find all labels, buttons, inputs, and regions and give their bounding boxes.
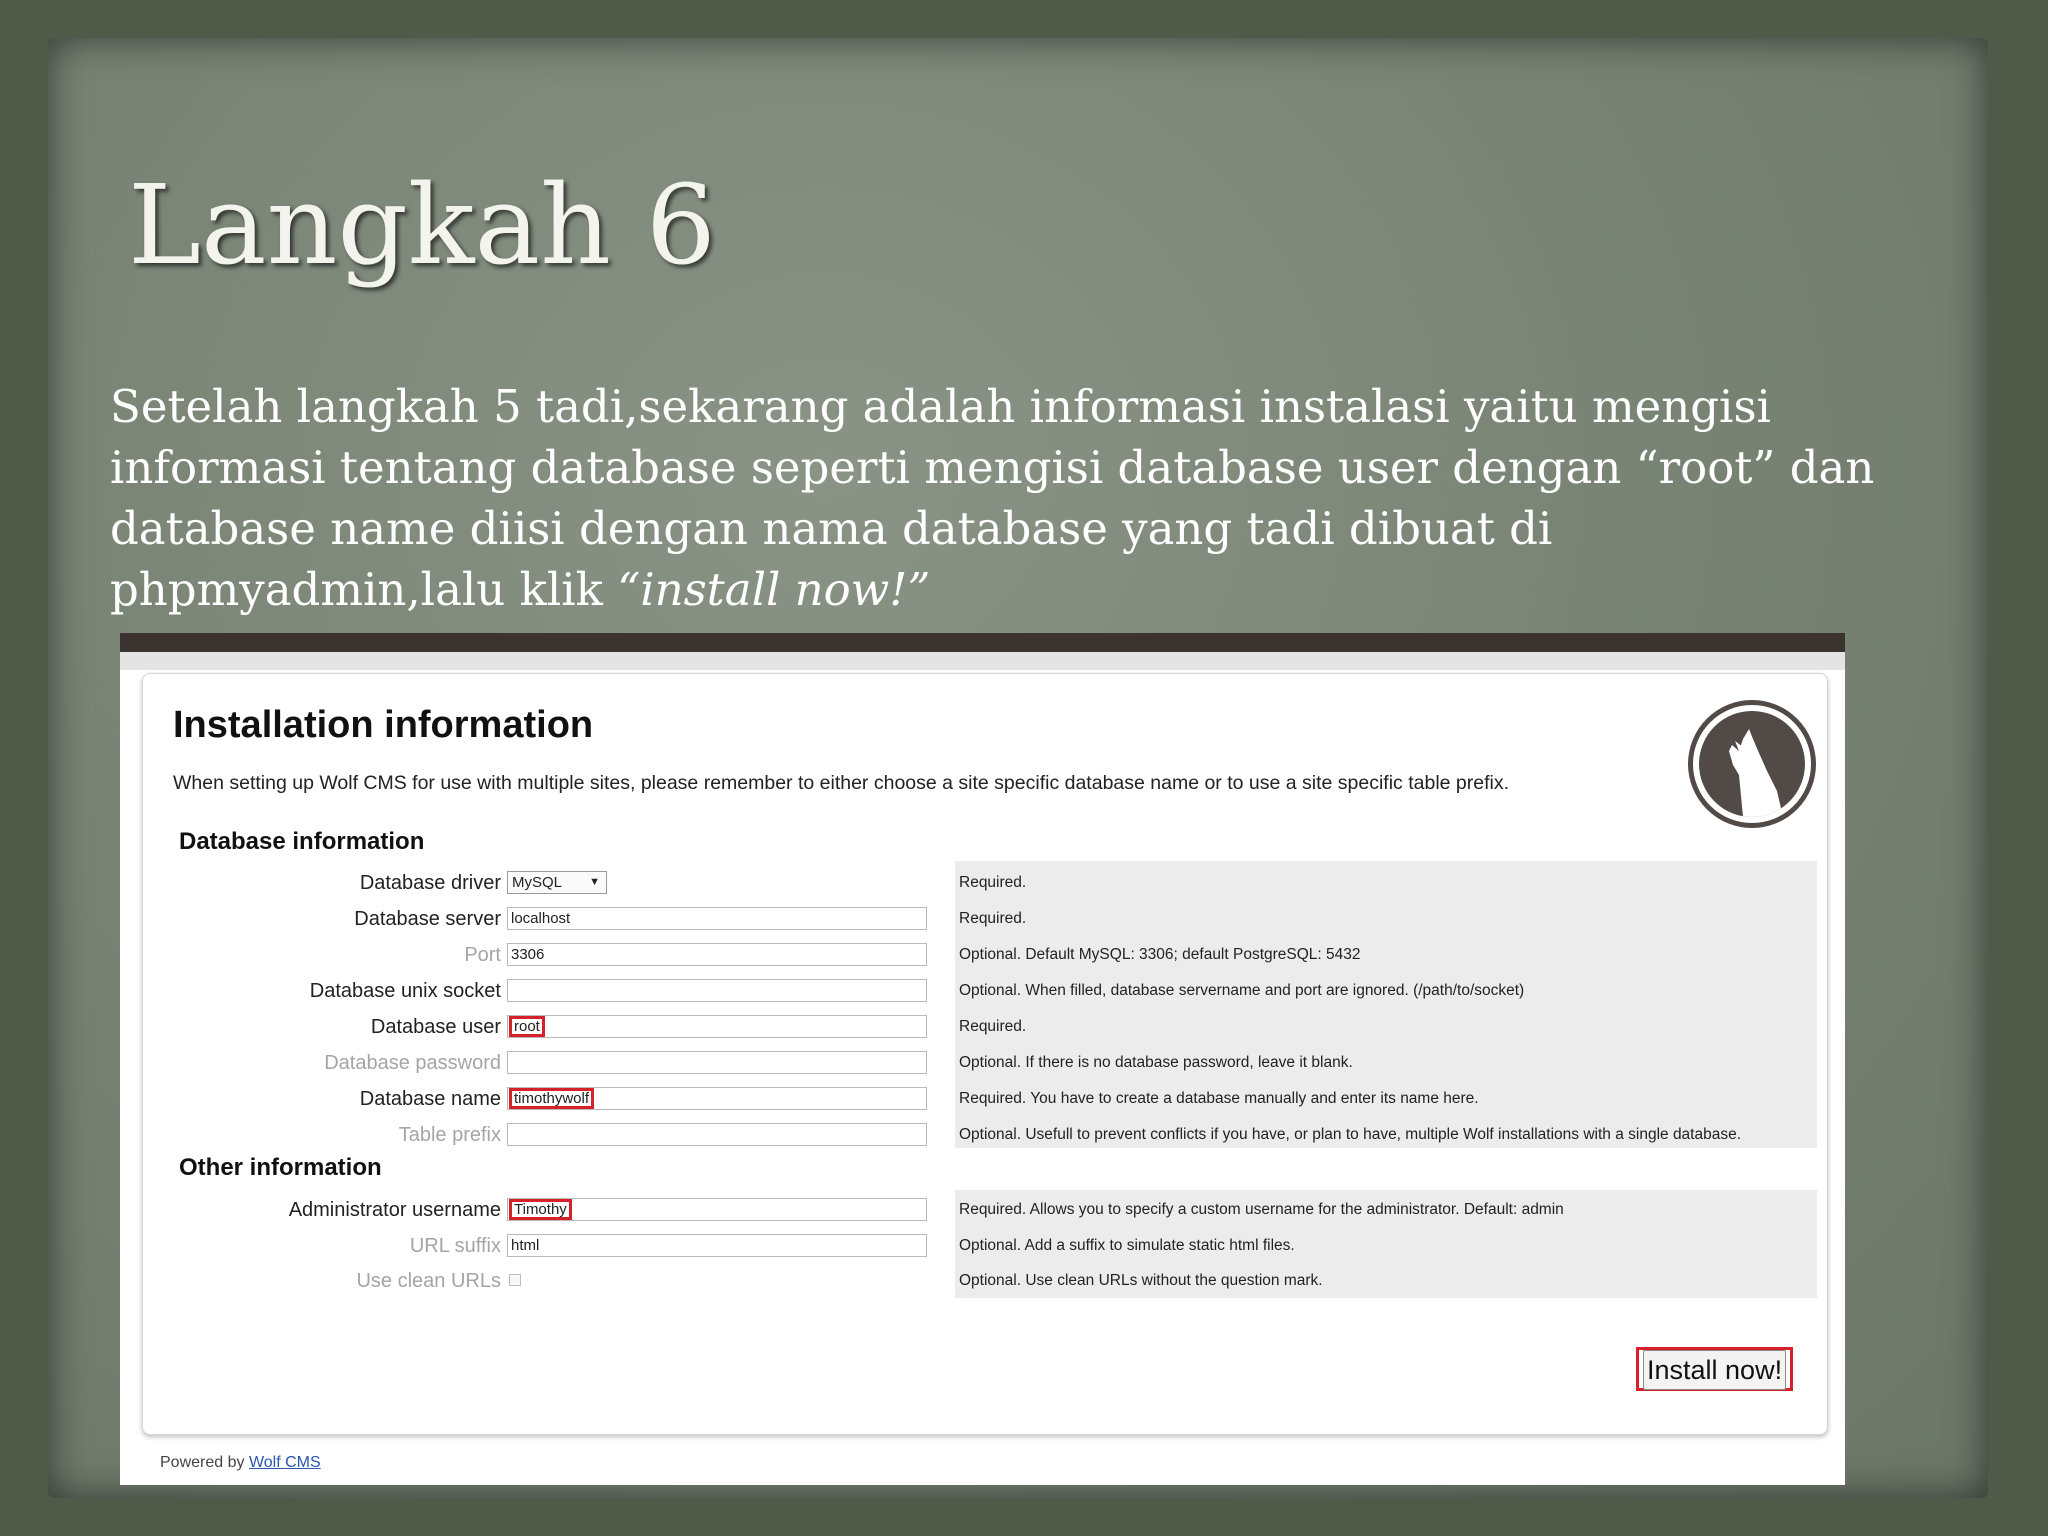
administrator-username-input[interactable]: Timothy [507, 1198, 927, 1221]
label-database-driver: Database driver [359, 872, 501, 894]
hint-url-suffix: Optional. Add a suffix to simulate stati… [959, 1237, 1295, 1254]
row-use-clean-urls: Use clean URLs Optional. Use clean URLs … [143, 1266, 1827, 1302]
label-database-password: Database password [324, 1052, 501, 1074]
label-database-unix-socket: Database unix socket [309, 980, 501, 1002]
hint-database-name: Required. You have to create a database … [959, 1090, 1479, 1107]
hint-database-driver: Required. [959, 874, 1027, 891]
row-table-prefix: Table prefix Optional. Usefull to preven… [143, 1120, 1827, 1156]
hint-database-server: Required. [959, 910, 1027, 927]
other-section-heading: Other information [179, 1154, 382, 1181]
hint-database-user: Required. [959, 1018, 1027, 1035]
database-name-input[interactable]: timothywolf [507, 1087, 927, 1110]
browser-top-bar [120, 633, 1845, 652]
wolf-silhouette-icon [1729, 729, 1783, 817]
database-user-value: root [509, 1016, 545, 1037]
hint-table-prefix: Optional. Usefull to prevent conflicts i… [959, 1126, 1742, 1143]
hint-database-unix-socket: Optional. When filled, database serverna… [959, 982, 1525, 999]
row-url-suffix: URL suffix html Optional. Add a suffix t… [143, 1231, 1827, 1267]
hint-administrator-username: Required. Allows you to specify a custom… [959, 1201, 1564, 1218]
page-strip [120, 652, 1845, 670]
hint-database-password: Optional. If there is no database passwo… [959, 1054, 1353, 1071]
wolf-logo-inner [1699, 711, 1805, 817]
installation-note: When setting up Wolf CMS for use with mu… [173, 772, 1510, 794]
port-input[interactable]: 3306 [507, 943, 927, 966]
label-table-prefix: Table prefix [398, 1124, 501, 1146]
footer-prefix: Powered by [160, 1454, 249, 1471]
table-prefix-input[interactable] [507, 1123, 927, 1146]
installation-card: Installation information When setting up… [142, 673, 1828, 1435]
row-database-name: Database name timothywolf Required. You … [143, 1084, 1827, 1120]
database-server-value: localhost [511, 910, 571, 927]
install-now-label: Install now! [1643, 1350, 1787, 1390]
row-database-unix-socket: Database unix socket Optional. When fill… [143, 976, 1827, 1012]
label-database-server: Database server [354, 908, 501, 930]
slide-title: Langkah 6 [128, 161, 716, 289]
label-url-suffix: URL suffix [409, 1235, 501, 1257]
database-server-input[interactable]: localhost [507, 907, 927, 930]
slide-body-text: Setelah langkah 5 tadi,sekarang adalah i… [110, 376, 1940, 620]
row-database-driver: Database driver MySQL ▼ Required. [143, 868, 1827, 904]
row-port: Port 3306 Optional. Default MySQL: 3306;… [143, 940, 1827, 976]
database-user-input[interactable]: root [507, 1015, 927, 1038]
database-unix-socket-input[interactable] [507, 979, 927, 1002]
row-database-server: Database server localhost Required. [143, 904, 1827, 940]
url-suffix-value: html [511, 1237, 540, 1254]
hint-port: Optional. Default MySQL: 3306; default P… [959, 946, 1361, 963]
wolf-cms-link[interactable]: Wolf CMS [249, 1454, 321, 1471]
row-database-user: Database user root Required. [143, 1012, 1827, 1048]
installation-title: Installation information [173, 704, 594, 746]
label-administrator-username: Administrator username [288, 1199, 501, 1221]
row-database-password: Database password Optional. If there is … [143, 1048, 1827, 1084]
wolf-logo-icon [1688, 700, 1816, 828]
installer-screenshot: Installation information When setting up… [120, 633, 1845, 1485]
hint-use-clean-urls: Optional. Use clean URLs without the que… [959, 1272, 1323, 1289]
database-section-heading: Database information [179, 828, 425, 855]
install-now-button[interactable]: Install now! [1636, 1347, 1794, 1391]
footer: Powered by Wolf CMS [160, 1454, 321, 1472]
url-suffix-input[interactable]: html [507, 1234, 927, 1257]
database-driver-value: MySQL [512, 874, 563, 891]
database-driver-select[interactable]: MySQL ▼ [507, 871, 607, 894]
chevron-down-icon: ▼ [589, 876, 600, 888]
label-database-name: Database name [359, 1088, 501, 1110]
label-port: Port [464, 944, 501, 966]
slide-body-main: Setelah langkah 5 tadi,sekarang adalah i… [110, 380, 1875, 616]
use-clean-urls-checkbox[interactable] [509, 1274, 521, 1286]
port-value: 3306 [511, 946, 545, 963]
label-use-clean-urls: Use clean URLs [356, 1270, 501, 1292]
database-name-value: timothywolf [509, 1088, 595, 1109]
slide-body-emphasis: “install now!” [617, 563, 931, 616]
database-password-input[interactable] [507, 1051, 927, 1074]
administrator-username-value: Timothy [509, 1199, 572, 1220]
label-database-user: Database user [370, 1016, 501, 1038]
row-administrator-username: Administrator username Timothy Required.… [143, 1195, 1827, 1231]
